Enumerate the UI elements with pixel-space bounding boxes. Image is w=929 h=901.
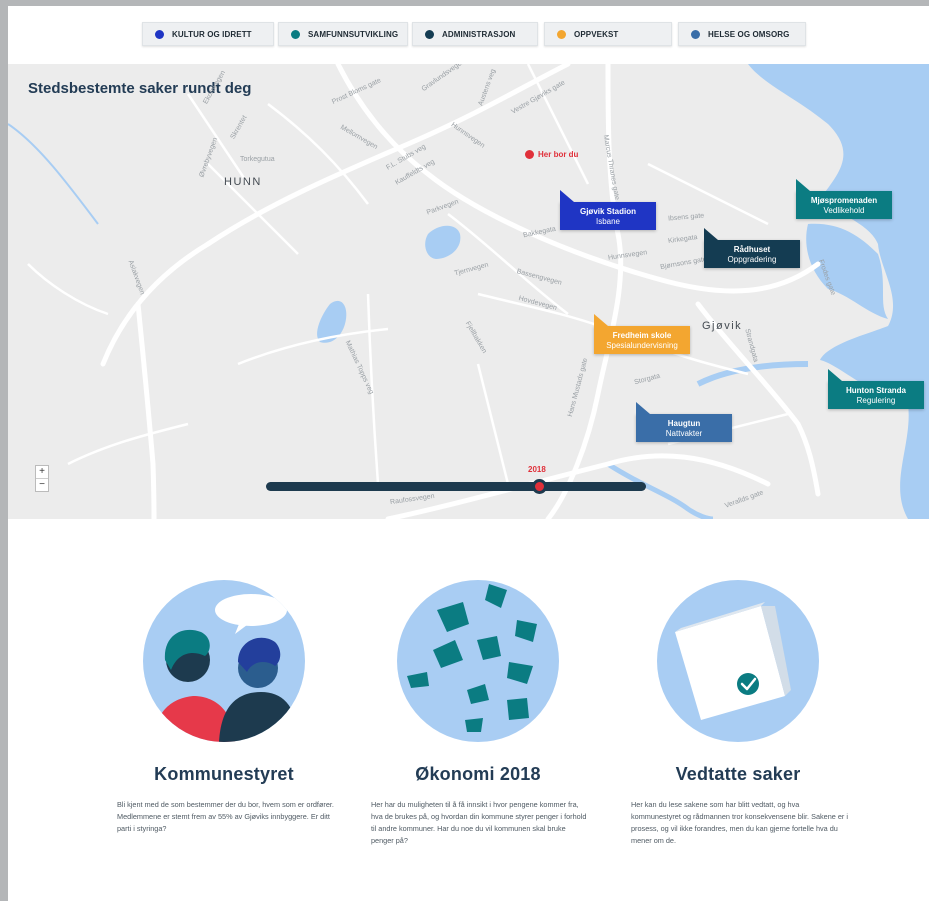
map-pin-hunton-stranda[interactable]: Hunton Stranda Regulering	[828, 369, 924, 409]
money-notes-icon	[407, 584, 537, 732]
category-filter-bar: KULTUR OG IDRETT SAMFUNNSUTVIKLING ADMIN…	[8, 22, 929, 46]
pin-flag-icon	[828, 369, 842, 381]
card-description: Her kan du lese sakene som har blitt ved…	[631, 800, 848, 845]
zoom-out-button[interactable]: −	[36, 479, 48, 492]
zoom-in-button[interactable]: +	[36, 466, 48, 479]
map-pin-radhuset[interactable]: Rådhuset Oppgradering	[704, 228, 800, 268]
card-title: Kommunestyret	[154, 764, 294, 784]
pin-subtitle: Oppgradering	[727, 255, 777, 264]
category-color-dot	[425, 29, 434, 39]
okonomi-illustration	[397, 580, 559, 742]
pin-title: Hunton Stranda	[846, 386, 906, 395]
card-vedtatte-saker[interactable]: Vedtatte saker Her kan du lese sakene so…	[613, 580, 863, 847]
pin-subtitle: Regulering	[856, 396, 896, 405]
category-color-dot	[291, 29, 300, 39]
category-oppvekst-button[interactable]: OPPVEKST	[544, 22, 672, 46]
pin-title: Gjøvik Stadion	[579, 207, 636, 216]
vedtatte-saker-illustration	[657, 580, 819, 742]
card-description: Her har du muligheten til å få innsikt i…	[371, 800, 587, 845]
category-kultur-og-idrett-button[interactable]: KULTUR OG IDRETT	[142, 22, 274, 46]
page: KULTUR OG IDRETT SAMFUNNSUTVIKLING ADMIN…	[8, 6, 929, 901]
here-label: Her bor du	[538, 150, 579, 159]
pin-subtitle: Isbane	[595, 217, 621, 226]
street-label: Torkegutua	[240, 156, 275, 163]
map-pin-mjospromenaden[interactable]: Mjøspromenaden Vedlikehold	[796, 179, 892, 219]
category-label: HELSE OG OMSORG	[708, 29, 790, 39]
place-label-gjovik: Gjøvik	[702, 320, 743, 332]
people-speech-icon	[153, 594, 299, 742]
category-label: OPPVEKST	[574, 29, 619, 39]
category-label: ADMINISTRASJON	[442, 29, 516, 39]
map-view[interactable]: Stedsbestemte saker rundt deg Prost Blom…	[8, 64, 929, 519]
card-title: Vedtatte saker	[675, 764, 801, 784]
category-label: SAMFUNNSUTVIKLING	[308, 29, 399, 39]
year-slider-value: 2018	[528, 465, 546, 474]
map-pin-haugtun[interactable]: Haugtun Nattvakter	[636, 402, 732, 442]
pin-flag-icon	[560, 190, 574, 202]
zoom-control: + −	[35, 465, 49, 492]
card-title: Økonomi 2018	[415, 764, 541, 784]
location-dot-icon	[525, 150, 534, 159]
card-okonomi-2018[interactable]: Økonomi 2018 Her har du muligheten til å…	[353, 580, 603, 847]
pin-flag-icon	[636, 402, 650, 414]
pin-flag-icon	[594, 314, 608, 326]
pin-subtitle: Vedlikehold	[823, 206, 865, 215]
category-helse-og-omsorg-button[interactable]: HELSE OG OMSORG	[678, 22, 806, 46]
pin-flag-icon	[704, 228, 718, 240]
approved-document-icon	[675, 602, 791, 720]
pin-title: Haugtun	[667, 419, 701, 428]
here-marker[interactable]: Her bor du	[525, 150, 578, 159]
category-color-dot	[155, 29, 164, 39]
year-slider-handle[interactable]	[532, 479, 547, 494]
card-kommunestyret[interactable]: Kommunestyret Bli kjent med de som beste…	[99, 580, 349, 835]
kommunestyret-illustration	[143, 580, 305, 742]
year-slider-track[interactable]	[266, 482, 646, 491]
category-administrasjon-button[interactable]: ADMINISTRASJON	[412, 22, 538, 46]
pin-title: Fredheim skole	[612, 331, 672, 340]
pin-subtitle: Spesialundervisning	[606, 341, 678, 350]
pin-flag-icon	[796, 179, 810, 191]
card-description: Bli kjent med de som bestemmer der du bo…	[117, 800, 334, 833]
pin-title: Mjøspromenaden	[810, 196, 878, 205]
category-color-dot	[557, 29, 566, 39]
pin-title: Rådhuset	[733, 245, 771, 254]
category-samfunnsutvikling-button[interactable]: SAMFUNNSUTVIKLING	[278, 22, 408, 46]
category-label: KULTUR OG IDRETT	[172, 29, 252, 39]
category-color-dot	[691, 29, 700, 39]
map-pin-gjovik-stadion[interactable]: Gjøvik Stadion Isbane	[560, 190, 656, 230]
map-pin-fredheim-skole[interactable]: Fredheim skole Spesialundervisning	[594, 314, 690, 354]
pin-subtitle: Nattvakter	[665, 429, 703, 438]
place-label-hunn: HUNN	[224, 176, 262, 188]
